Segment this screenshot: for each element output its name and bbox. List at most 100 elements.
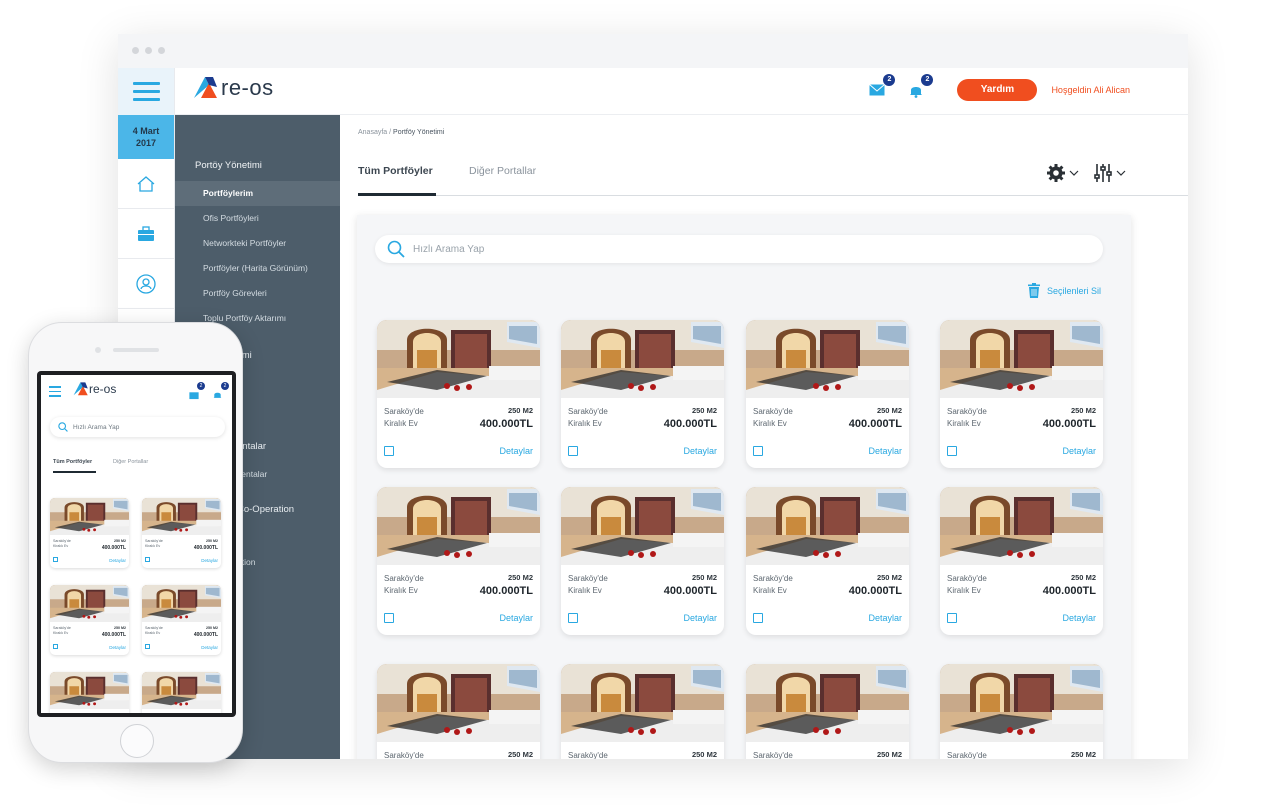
listing-photo: [561, 487, 724, 565]
listing-price: 400.000TL: [1042, 418, 1096, 430]
mobile-menu-icon[interactable]: [49, 386, 61, 397]
filter-button[interactable]: [1093, 163, 1126, 183]
listing-type: Kiralık Ev: [753, 586, 787, 595]
listing-photo: [377, 664, 540, 742]
listing-details-link[interactable]: Detaylar: [499, 613, 533, 623]
mobile-listing-details-link[interactable]: Detaylar: [201, 645, 218, 650]
listing-checkbox[interactable]: [568, 446, 578, 456]
listing-card[interactable]: Saraköy'deKiralık Ev250 M2400.000TLDetay…: [377, 664, 540, 759]
settings-button[interactable]: [1046, 163, 1079, 183]
listing-card[interactable]: Saraköy'deKiralık Ev250 M2400.000TLDetay…: [561, 487, 724, 635]
mobile-listing-card[interactable]: Saraköy'deKiralık Ev250 M2400.000TLDetay…: [142, 672, 221, 713]
mobile-listing-location: Saraköy'de Kiralık Ev: [145, 626, 163, 636]
listing-details-link[interactable]: Detaylar: [499, 446, 533, 456]
nav-item-gorevler[interactable]: Portföy Görevleri: [175, 281, 340, 306]
mobile-listing-location: Saraköy'de Kiralık Ev: [53, 626, 71, 636]
brand-logo[interactable]: re-os: [193, 75, 274, 99]
mobile-listing-card[interactable]: Saraköy'deKiralık Ev250 M2400.000TLDetay…: [50, 498, 129, 568]
phone-home-button[interactable]: [120, 724, 154, 758]
listing-location: Saraköy'deKiralık Ev: [568, 750, 608, 759]
room-photo: [746, 487, 909, 565]
mobile-listing-price: 400.000TL: [193, 545, 218, 551]
mobile-listing-photo: [142, 498, 221, 535]
tab-all-portfolios[interactable]: Tüm Portföyler: [358, 165, 433, 177]
mail-icon: [189, 392, 199, 400]
nav-item-harita[interactable]: Portföyler (Harita Görünüm): [175, 256, 340, 281]
mobile-listing-card[interactable]: Saraköy'deKiralık Ev250 M2400.000TLDetay…: [50, 585, 129, 655]
mobile-tab-bar: Tüm Portföyler Diğer Portallar: [53, 459, 223, 473]
listing-details-link[interactable]: Detaylar: [868, 613, 902, 623]
listing-card[interactable]: Saraköy'deKiralık Ev250 M2400.000TLDetay…: [746, 664, 909, 759]
help-button[interactable]: Yardım: [957, 79, 1038, 101]
listing-checkbox[interactable]: [947, 446, 957, 456]
listing-card[interactable]: Saraköy'deKiralık Ev250 M2400.000TLDetay…: [561, 320, 724, 468]
listing-location-text: Saraköy'de: [384, 574, 424, 583]
listing-size: 250 M2: [1070, 750, 1096, 759]
listing-details-link[interactable]: Detaylar: [683, 446, 717, 456]
mobile-listing-card[interactable]: Saraköy'deKiralık Ev250 M2400.000TLDetay…: [142, 498, 221, 568]
listing-details-link[interactable]: Detaylar: [868, 446, 902, 456]
listing-card[interactable]: Saraköy'deKiralık Ev250 M2400.000TLDetay…: [940, 664, 1103, 759]
logo-mark-icon: [194, 77, 217, 98]
listing-card[interactable]: Saraköy'deKiralık Ev250 M2400.000TLDetay…: [746, 320, 909, 468]
mobile-listing-details-link[interactable]: Detaylar: [201, 558, 218, 563]
welcome-text[interactable]: Hoşgeldin Ali Alican: [1051, 85, 1130, 95]
mobile-listing-details-link[interactable]: Detaylar: [109, 558, 126, 563]
mobile-mail-button[interactable]: 2: [189, 382, 205, 400]
phone-screen: re-os 2 2 Hızlı Arama Yap Tüm Portföyler…: [37, 371, 236, 717]
mobile-listing-checkbox[interactable]: [145, 644, 150, 649]
mobile-listing-checkbox[interactable]: [53, 557, 58, 562]
listing-type: Kiralık Ev: [753, 419, 787, 428]
nav-item-network[interactable]: Networkteki Portföyler: [175, 231, 340, 256]
listing-checkbox[interactable]: [753, 446, 763, 456]
nav-item-ofis[interactable]: Ofis Portföyleri: [175, 206, 340, 231]
listing-checkbox[interactable]: [384, 446, 394, 456]
listing-card[interactable]: Saraköy'deKiralık Ev250 M2400.000TLDetay…: [377, 487, 540, 635]
listing-details-link[interactable]: Detaylar: [683, 613, 717, 623]
breadcrumb-home[interactable]: Anasayfa: [358, 129, 387, 136]
mail-button[interactable]: 2: [869, 74, 896, 100]
listing-checkbox[interactable]: [384, 613, 394, 623]
notification-button[interactable]: 2: [907, 74, 934, 100]
listing-card[interactable]: Saraköy'deKiralık Ev250 M2400.000TLDetay…: [561, 664, 724, 759]
breadcrumb: Anasayfa / Portföy Yönetimi: [358, 129, 444, 136]
mobile-listing-checkbox[interactable]: [145, 557, 150, 562]
mobile-tab-other[interactable]: Diğer Portallar: [113, 459, 148, 465]
listing-details-link[interactable]: Detaylar: [1062, 613, 1096, 623]
listing-card[interactable]: Saraköy'deKiralık Ev250 M2400.000TLDetay…: [746, 487, 909, 635]
listing-type: Kiralık Ev: [384, 419, 418, 428]
listing-details-link[interactable]: Detaylar: [1062, 446, 1096, 456]
mobile-tab-all[interactable]: Tüm Portföyler: [53, 459, 92, 465]
rail-home[interactable]: [118, 159, 174, 209]
mobile-listing-photo: [50, 672, 129, 709]
listing-card[interactable]: Saraköy'deKiralık Ev250 M2400.000TLDetay…: [940, 487, 1103, 635]
mobile-listing-card[interactable]: Saraköy'deKiralık Ev250 M2400.000TLDetay…: [50, 672, 129, 713]
listing-info: Saraköy'deKiralık Ev250 M2400.000TLDetay…: [377, 742, 540, 759]
listing-checkbox[interactable]: [568, 613, 578, 623]
mobile-search-input[interactable]: Hızlı Arama Yap: [50, 417, 225, 437]
listing-card[interactable]: Saraköy'deKiralık Ev250 M2400.000TLDetay…: [940, 320, 1103, 468]
mobile-notification-button[interactable]: 2: [213, 382, 229, 398]
search-input[interactable]: Hızlı Arama Yap: [375, 235, 1103, 263]
listing-photo: [377, 320, 540, 398]
nav-partial-4[interactable]: Co-Operation: [237, 504, 294, 515]
mobile-brand-logo[interactable]: re-os: [73, 381, 116, 396]
nav-item-portfoylerim[interactable]: Portföylerim: [175, 181, 340, 206]
topbar-actions: 2 2 Yardım Hoşgeldin Ali Alican: [869, 74, 1130, 101]
listing-card[interactable]: Saraköy'deKiralık Ev250 M2400.000TLDetay…: [377, 320, 540, 468]
listing-type: Kiralık Ev: [947, 419, 981, 428]
stage: 4 Mart 2017 re-os 2 2 Yardım Hoşgeldin A…: [0, 0, 1273, 807]
mobile-listing-checkbox[interactable]: [53, 644, 58, 649]
rail-users[interactable]: [118, 259, 174, 309]
mobile-listing-card[interactable]: Saraköy'deKiralık Ev250 M2400.000TLDetay…: [142, 585, 221, 655]
menu-icon[interactable]: [118, 68, 174, 115]
tab-other-portals[interactable]: Diğer Portallar: [469, 165, 536, 177]
room-photo: [50, 672, 129, 709]
mobile-listing-size: 250 M2: [206, 626, 218, 630]
listing-checkbox[interactable]: [947, 613, 957, 623]
rail-portfolio[interactable]: [118, 209, 174, 259]
listing-checkbox[interactable]: [753, 613, 763, 623]
mobile-listing-details-link[interactable]: Detaylar: [109, 645, 126, 650]
room-photo: [142, 498, 221, 535]
delete-selected-button[interactable]: Seçilenleri Sil: [1027, 283, 1101, 299]
